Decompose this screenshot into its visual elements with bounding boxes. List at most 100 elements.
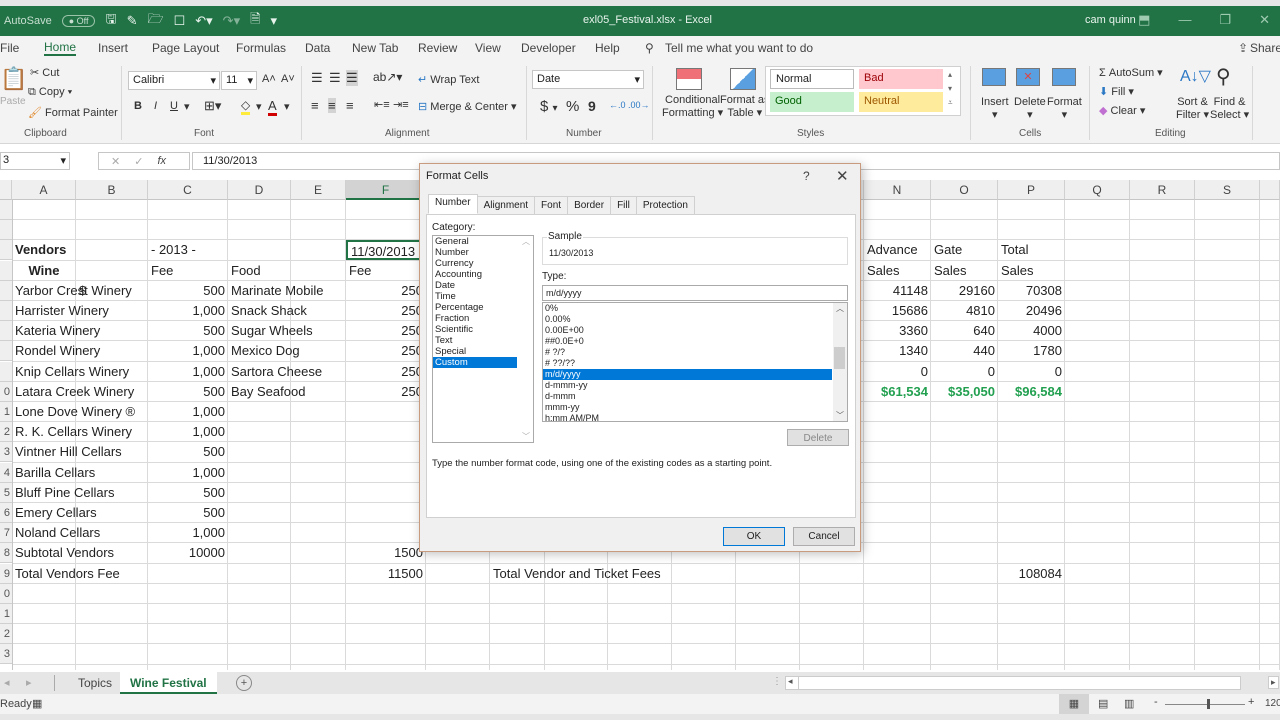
increase-font-icon[interactable]: A˄	[262, 73, 276, 85]
column-header-r[interactable]: R	[1130, 180, 1195, 200]
category-scrollbar[interactable]: ︿ ﹀	[519, 236, 533, 442]
tab-help[interactable]: Help	[595, 41, 620, 55]
cell-d-9[interactable]: Bay Seafood	[228, 382, 308, 402]
undo-icon[interactable]: ↶▾	[195, 13, 212, 29]
cell-o-9[interactable]: $35,050	[931, 382, 998, 402]
column-header-d[interactable]: D	[228, 180, 291, 200]
chevron-up-icon[interactable]: ︿	[833, 303, 847, 314]
row-header[interactable]: 1	[0, 402, 12, 422]
tab-protection[interactable]: Protection	[635, 196, 695, 214]
format-code-item[interactable]: d-mmm	[543, 391, 847, 402]
type-input[interactable]: m/d/yyyy	[542, 285, 848, 301]
cell-c-15[interactable]: 500	[148, 503, 228, 523]
font-color-dropdown[interactable]: ▾	[284, 100, 290, 113]
column-header-a[interactable]: A	[12, 180, 76, 200]
row-header[interactable]: 7	[0, 523, 12, 544]
cell-d-8[interactable]: Sartora Cheese	[228, 362, 325, 382]
cell-a-4[interactable]: Yarbor Crest Winery	[12, 281, 135, 301]
format-as-table-button[interactable]: Format as Table ▾	[720, 94, 770, 120]
borders-icon[interactable]: ⊞▾	[204, 98, 221, 114]
zoom-in-icon[interactable]: +	[1248, 696, 1254, 708]
cell-c-2[interactable]: - 2013 -	[148, 240, 199, 260]
find-select-button[interactable]: Find & Select ▾	[1210, 96, 1249, 122]
customize-qat-icon[interactable]: ▾	[271, 13, 278, 29]
column-header-p[interactable]: P	[998, 180, 1065, 200]
tab-new-tab[interactable]: New Tab	[352, 41, 398, 55]
category-item[interactable]: Time	[433, 291, 533, 302]
help-button[interactable]: ?	[803, 169, 810, 183]
cell-p-7[interactable]: 1780	[998, 341, 1065, 361]
category-item[interactable]: Percentage	[433, 302, 533, 313]
row-header[interactable]: 6	[0, 503, 12, 523]
sheet-tab-wine-festival[interactable]: Wine Festival	[120, 672, 217, 694]
tab-number[interactable]: Number	[428, 194, 478, 214]
cell-f-4[interactable]: 250	[346, 281, 426, 301]
cell-n-3[interactable]: Sales	[864, 261, 903, 281]
category-item[interactable]: Accounting	[433, 269, 533, 280]
category-item[interactable]: Special	[433, 346, 533, 357]
format-code-item[interactable]: m/d/yyyy	[543, 369, 832, 380]
style-neutral[interactable]: Neutral	[859, 92, 943, 112]
tab-page-layout[interactable]: Page Layout	[152, 41, 219, 55]
column-header-q[interactable]: Q	[1065, 180, 1130, 200]
bold-button[interactable]: B	[134, 100, 142, 112]
cell-c-14[interactable]: 500	[148, 483, 228, 503]
middle-align-icon[interactable]: ☰	[329, 70, 341, 86]
row-header[interactable]: 2	[0, 422, 12, 443]
cell-n-2[interactable]: Advance	[864, 240, 921, 260]
tab-developer[interactable]: Developer	[521, 41, 576, 55]
column-header-c[interactable]: C	[148, 180, 228, 200]
tab-alignment[interactable]: Alignment	[476, 196, 536, 214]
cell-p-4[interactable]: 70308	[998, 281, 1065, 301]
normal-view-icon[interactable]: ▦	[1059, 694, 1089, 714]
category-list[interactable]: General Number Currency Accounting Date Time P…	[432, 235, 534, 443]
cell-a-18[interactable]: Total Vendors Fee	[12, 564, 123, 584]
column-header-f[interactable]: F	[346, 180, 426, 200]
cell-c-9[interactable]: 500	[148, 382, 228, 402]
font-family-select[interactable]: Calibri ▾	[128, 71, 220, 90]
column-header-e[interactable]: E	[291, 180, 346, 200]
row-header[interactable]: 2	[0, 624, 12, 645]
ribbon-display-icon[interactable]: ⬒	[1138, 12, 1150, 28]
row-header[interactable]	[0, 280, 12, 301]
align-right-icon[interactable]: ≡	[346, 98, 354, 113]
decrease-font-icon[interactable]: A˅	[281, 73, 295, 85]
italic-button[interactable]: I	[154, 100, 157, 112]
underline-dropdown[interactable]: ▾	[184, 100, 190, 113]
tell-me-search[interactable]: Tell me what you want to do	[665, 41, 813, 55]
cell-a-14[interactable]: Bluff Pine Cellars	[12, 483, 117, 503]
sheet-tab-topics[interactable]: Topics	[68, 672, 122, 694]
cell-n-8[interactable]: 0	[864, 362, 931, 382]
row-header[interactable]: 4	[0, 462, 12, 483]
percent-button[interactable]: %	[566, 98, 579, 115]
cell-n-4[interactable]: 41148	[864, 281, 931, 301]
delete-format-button[interactable]: Delete	[787, 429, 849, 446]
cell-o-3[interactable]: Sales	[931, 261, 970, 281]
close-window-icon[interactable]: ✕	[1259, 12, 1270, 28]
category-item[interactable]: Scientific	[433, 324, 533, 335]
tab-data[interactable]: Data	[305, 41, 330, 55]
row-header[interactable]: 9	[0, 563, 12, 584]
zoom-slider-thumb[interactable]	[1207, 699, 1210, 709]
horizontal-scrollbar[interactable]: ◂	[785, 676, 1241, 690]
cell-c-8[interactable]: 1,000	[148, 362, 228, 382]
tab-formulas[interactable]: Formulas	[236, 41, 286, 55]
cell-c-6[interactable]: 500	[148, 321, 228, 341]
format-code-item[interactable]: mmm-yy	[543, 402, 847, 413]
increase-decimal-icon[interactable]: ←.0	[609, 100, 626, 110]
delete-cells-button[interactable]: Delete ▾	[1014, 96, 1046, 121]
cell-d-6[interactable]: Sugar Wheels	[228, 321, 316, 341]
paste-icon[interactable]: 📋	[0, 66, 27, 92]
insert-function-icon[interactable]: fx	[157, 155, 166, 167]
cell-n-5[interactable]: 15686	[864, 301, 931, 321]
top-align-icon[interactable]: ☰	[311, 70, 323, 86]
row-header[interactable]	[0, 240, 12, 261]
cell-o-7[interactable]: 440	[931, 341, 998, 361]
cell-p-9[interactable]: $96,584	[998, 382, 1065, 402]
cell-c-7[interactable]: 1,000	[148, 341, 228, 361]
minimize-icon[interactable]: —	[1178, 12, 1191, 28]
cell-f-2[interactable]: 11/30/2013	[346, 240, 426, 261]
row-header[interactable]	[0, 361, 12, 382]
tab-font[interactable]: Font	[534, 196, 569, 214]
row-header[interactable]	[0, 200, 12, 220]
